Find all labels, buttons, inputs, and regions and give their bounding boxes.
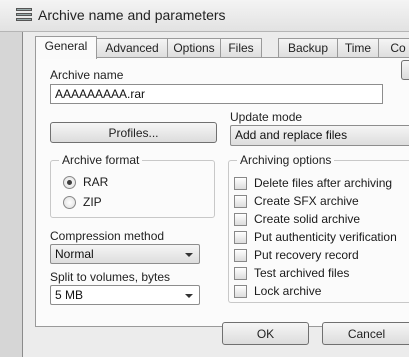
radio-rar[interactable] [63, 176, 76, 189]
opt-recovery-record-label: Put recovery record [254, 248, 359, 262]
opt-test-files-label: Test archived files [254, 266, 350, 280]
tab-time[interactable]: Time [337, 38, 379, 57]
opt-create-sfx-label: Create SFX archive [254, 194, 359, 208]
opt-lock-archive-label: Lock archive [254, 284, 322, 298]
profiles-button[interactable]: Profiles... [50, 122, 217, 143]
dialog-body: General Advanced Options Files Backup Ti… [22, 32, 409, 357]
checkbox-create-sfx[interactable] [234, 195, 247, 208]
radio-zip[interactable] [63, 196, 76, 209]
archive-format-title: Archive format [59, 153, 143, 167]
opt-delete-files-label: Delete files after archiving [254, 176, 393, 190]
checkbox-delete-files[interactable] [234, 177, 247, 190]
general-page: Archive name AAAAAAAAA.rar Profiles... U… [35, 57, 409, 327]
tab-files[interactable]: Files [220, 38, 262, 57]
winrar-app-icon [16, 8, 32, 22]
split-volumes-label: Split to volumes, bytes [50, 270, 171, 284]
opt-authenticity-label: Put authenticity verification [254, 230, 397, 244]
opt-solid-archive-label: Create solid archive [254, 212, 361, 226]
compression-label: Compression method [50, 229, 165, 243]
chevron-down-icon [185, 253, 193, 257]
update-mode-select[interactable]: Add and replace files [230, 125, 409, 146]
format-zip-label: ZIP [83, 195, 102, 209]
checkbox-lock-archive[interactable] [234, 285, 247, 298]
checkbox-solid-archive[interactable] [234, 213, 247, 226]
checkbox-test-files[interactable] [234, 267, 247, 280]
ok-button[interactable]: OK [222, 322, 309, 345]
archive-name-label: Archive name [50, 68, 124, 82]
compression-select[interactable]: Normal [50, 244, 200, 264]
browse-button[interactable] [401, 60, 409, 80]
tab-backup[interactable]: Backup [278, 38, 338, 57]
title-bar[interactable]: Archive name and parameters [0, 0, 409, 32]
split-volumes-value: 5 MB [55, 288, 84, 302]
checkbox-recovery-record[interactable] [234, 249, 247, 262]
tab-general[interactable]: General [35, 36, 97, 59]
archiving-options-title: Archiving options [237, 153, 335, 167]
tab-advanced[interactable]: Advanced [96, 38, 168, 57]
chevron-down-icon [185, 294, 193, 298]
update-mode-label: Update mode [230, 110, 303, 124]
format-rar-label: RAR [83, 175, 109, 189]
window-title: Archive name and parameters [38, 7, 226, 23]
tab-comment[interactable]: Co [378, 38, 409, 57]
archive-dialog-window: Archive name and parameters General Adva… [0, 0, 409, 357]
archive-name-input[interactable]: AAAAAAAAA.rar [50, 84, 383, 104]
cancel-button[interactable]: Cancel [322, 322, 409, 345]
tab-options[interactable]: Options [167, 38, 221, 57]
compression-value: Normal [55, 247, 94, 261]
split-volumes-select[interactable]: 5 MB [50, 285, 200, 305]
checkbox-authenticity[interactable] [234, 231, 247, 244]
archive-format-group: Archive format RAR ZIP [50, 153, 215, 218]
